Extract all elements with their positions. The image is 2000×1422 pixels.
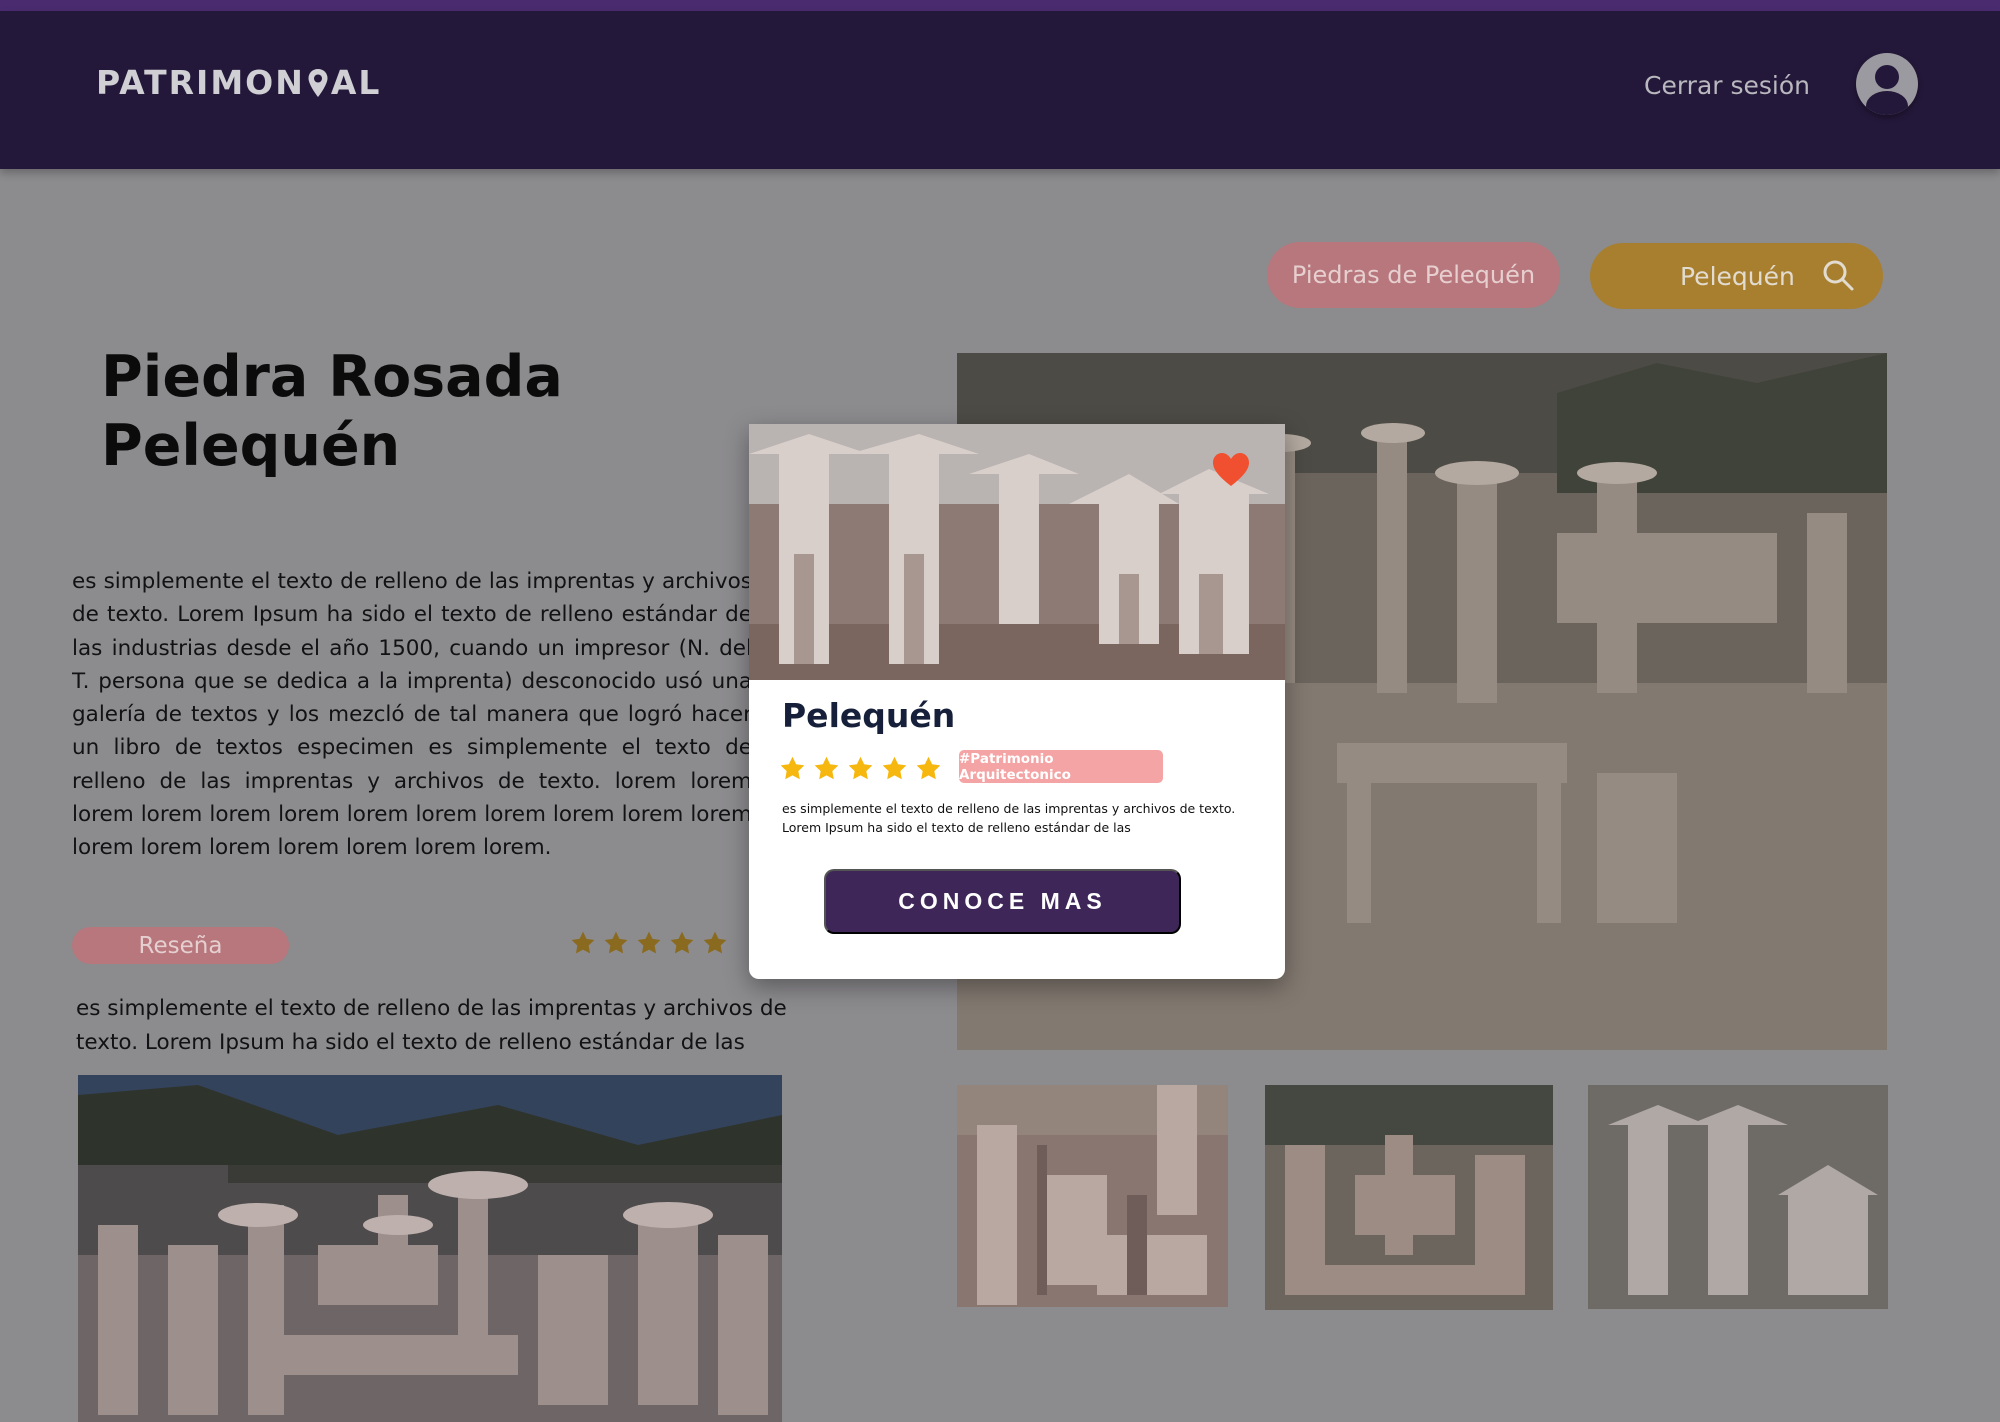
- search-icon[interactable]: [1820, 257, 1856, 293]
- map-pin-icon: [308, 68, 328, 97]
- star-icon: [570, 930, 596, 956]
- star-icon: [702, 930, 728, 956]
- review-photo: [78, 1075, 782, 1422]
- gallery-thumbnail[interactable]: [957, 1085, 1228, 1307]
- review-text: es simplemente el texto de relleno de la…: [76, 996, 787, 1055]
- star-icon: [603, 930, 629, 956]
- review-label[interactable]: Reseña: [72, 927, 289, 964]
- card-photo[interactable]: [749, 424, 1285, 680]
- star-icon: [669, 930, 695, 956]
- category-chip[interactable]: Piedras de Pelequén: [1267, 242, 1560, 308]
- search-pill[interactable]: Pelequén: [1590, 243, 1883, 309]
- logout-link[interactable]: Cerrar sesión: [1644, 71, 1810, 100]
- user-avatar-icon[interactable]: [1856, 53, 1918, 115]
- card-rating: [779, 755, 942, 782]
- star-icon: [915, 755, 942, 782]
- app-header: PATRIMON AL Cerrar sesión: [0, 11, 2000, 169]
- place-description: es simplemente el texto de relleno de la…: [72, 569, 752, 861]
- star-icon: [881, 755, 908, 782]
- logo-text-end: AL: [330, 63, 382, 102]
- star-icon: [813, 755, 840, 782]
- star-icon: [779, 755, 806, 782]
- star-icon: [847, 755, 874, 782]
- gallery-thumbnail[interactable]: [1588, 1085, 1888, 1309]
- card-title: Pelequén: [782, 696, 956, 735]
- category-tag[interactable]: #Patrimonio Arquitectonico: [959, 750, 1163, 783]
- learn-more-button[interactable]: CONOCE MAS: [824, 869, 1181, 934]
- page-title-line-1: Piedra Rosada: [101, 344, 563, 410]
- gallery-thumbnail[interactable]: [1265, 1085, 1553, 1310]
- page-title-line-2: Pelequén: [101, 413, 401, 479]
- logo-text-start: PATRIMON: [96, 63, 305, 102]
- card-description: es simplemente el texto de relleno de la…: [782, 801, 1236, 835]
- review-rating: [570, 930, 728, 956]
- place-preview-card: Pelequén #Patrimonio Arquitectonico es s…: [749, 424, 1285, 979]
- favorite-heart-icon[interactable]: [1212, 452, 1250, 488]
- top-accent-strip: [0, 0, 2000, 11]
- search-value[interactable]: Pelequén: [1680, 262, 1795, 291]
- star-icon: [636, 930, 662, 956]
- app-logo[interactable]: PATRIMON AL: [96, 63, 381, 102]
- page-title: Piedra Rosada Pelequén: [101, 343, 661, 481]
